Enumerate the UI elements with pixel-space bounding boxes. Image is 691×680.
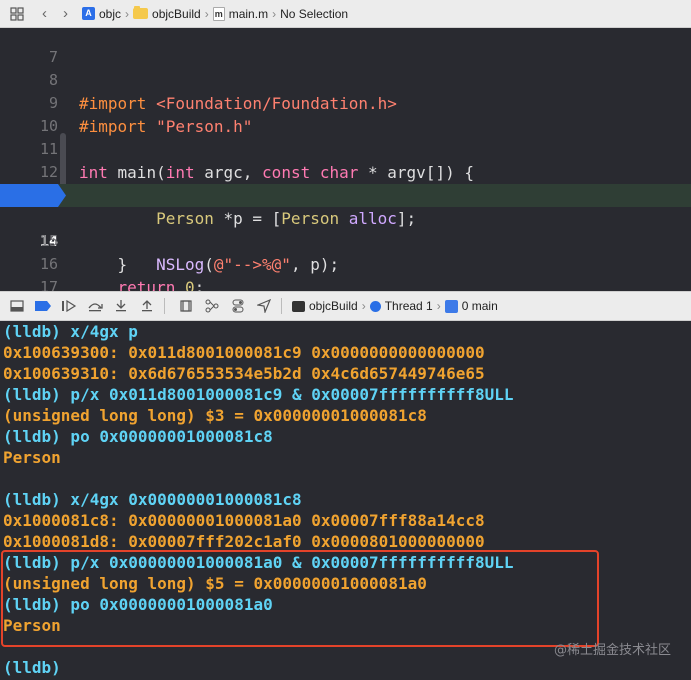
terminal-icon [292, 300, 305, 312]
current-line: 14 NSLog(@"-->%@", p); [0, 184, 691, 274]
highlight-annotation-box [1, 550, 599, 647]
line-code: return 0; [117, 278, 205, 291]
console-line: 0x1000081c8: 0x00000001000081a0 0x00007f… [3, 511, 485, 530]
chevron-right-icon: › [125, 6, 130, 21]
chevron-right-icon: › [272, 6, 277, 21]
breadcrumb-project[interactable]: A objc [82, 7, 121, 21]
chevron-right-icon: › [204, 6, 209, 21]
project-file-icon: A [82, 7, 95, 20]
breakpoint-icon[interactable] [0, 184, 66, 207]
console-line: (lldb) x/4gx 0x00000001000081c8 [3, 490, 302, 509]
code-line: 9 #import "Person.h" [0, 69, 691, 136]
code-line: 17 } [0, 253, 691, 291]
console-line: (lldb) x/4gx p [3, 322, 138, 341]
debug-frame-label: 0 main [461, 299, 498, 313]
jump-bar: ‹ › A objc › objcBuild › m main.m › No S… [0, 0, 691, 28]
breadcrumb-folder[interactable]: objcBuild [133, 6, 201, 21]
hide-debug-area-icon[interactable] [6, 297, 28, 315]
thread-icon [369, 300, 381, 312]
step-into-icon[interactable] [110, 297, 132, 315]
step-over-icon[interactable] [84, 297, 106, 315]
debug-thread[interactable]: Thread 1 [369, 299, 433, 313]
breadcrumb-label: objcBuild [152, 6, 201, 21]
breadcrumb-file[interactable]: m main.m [212, 6, 269, 21]
code-line: 10 [0, 92, 691, 135]
debug-target[interactable]: objcBuild [292, 299, 358, 313]
console-line: (unsigned long long) $3 = 0x000000010000… [3, 406, 427, 425]
line-number: 17 [39, 278, 58, 291]
debug-target-label: objcBuild [309, 299, 358, 313]
breadcrumb-label: main.m [228, 6, 269, 21]
breadcrumb-label: objc [99, 6, 122, 21]
environment-overrides-icon[interactable] [227, 297, 249, 315]
console-line: 0x1000081d8: 0x00007fff202c1af0 0x000080… [3, 532, 485, 551]
code-line: 8 #import <Foundation/Foundation.h> [0, 46, 691, 113]
simulate-location-icon[interactable] [253, 297, 275, 315]
debug-bar: objcBuild › Thread 1 › 0 main [0, 291, 691, 321]
console-line: 0x100639300: 0x011d8001000081c9 0x000000… [3, 343, 485, 362]
step-out-icon[interactable] [136, 297, 158, 315]
stack-frame-icon [444, 299, 458, 313]
code-line: 7 [0, 28, 691, 66]
console-line: (lldb) po 0x00000001000081c8 [3, 427, 273, 446]
lldb-console[interactable]: (lldb) x/4gx p 0x100639300: 0x011d800100… [0, 321, 691, 680]
breadcrumb-label: No Selection [280, 6, 349, 21]
debug-view-hierarchy-icon[interactable] [175, 297, 197, 315]
code-line: 15 } [0, 207, 691, 274]
chevron-right-icon: › [436, 299, 441, 313]
console-prompt[interactable]: (lldb) [3, 657, 61, 678]
breakpoints-toggle-icon[interactable] [32, 297, 54, 315]
code-line: 16 return 0; [0, 230, 691, 291]
toolbar-divider [164, 298, 165, 314]
debug-frame[interactable]: 0 main [444, 299, 498, 313]
breadcrumb-symbol[interactable]: No Selection [280, 7, 348, 21]
memory-graph-icon[interactable] [201, 297, 223, 315]
continue-icon[interactable] [58, 297, 80, 315]
code-line: 12 @autoreleasepool { [0, 138, 691, 205]
watermark: @稀土掘金技术社区 [553, 643, 671, 658]
debug-thread-label: Thread 1 [384, 299, 433, 313]
code-line: 13 Person *p = [Person alloc]; [0, 161, 691, 228]
console-line: 0x100639310: 0x6d676553534e5b2d 0x4c6d65… [3, 364, 485, 383]
forward-chevron-icon[interactable]: › [63, 5, 68, 22]
related-items-icon[interactable] [10, 6, 24, 21]
code-editor[interactable]: 7 8 #import <Foundation/Foundation.h> 9 … [0, 28, 691, 291]
m-file-icon: m [212, 6, 225, 21]
code-line: 11 int main(int argc, const char * argv[… [0, 115, 691, 182]
toolbar-divider [281, 298, 282, 314]
console-line: Person [3, 448, 61, 467]
console-line: (lldb) p/x 0x011d8001000081c9 & 0x00007f… [3, 385, 514, 404]
chevron-right-icon: › [361, 299, 366, 313]
back-chevron-icon[interactable]: ‹ [42, 5, 47, 22]
folder-icon [133, 6, 149, 19]
